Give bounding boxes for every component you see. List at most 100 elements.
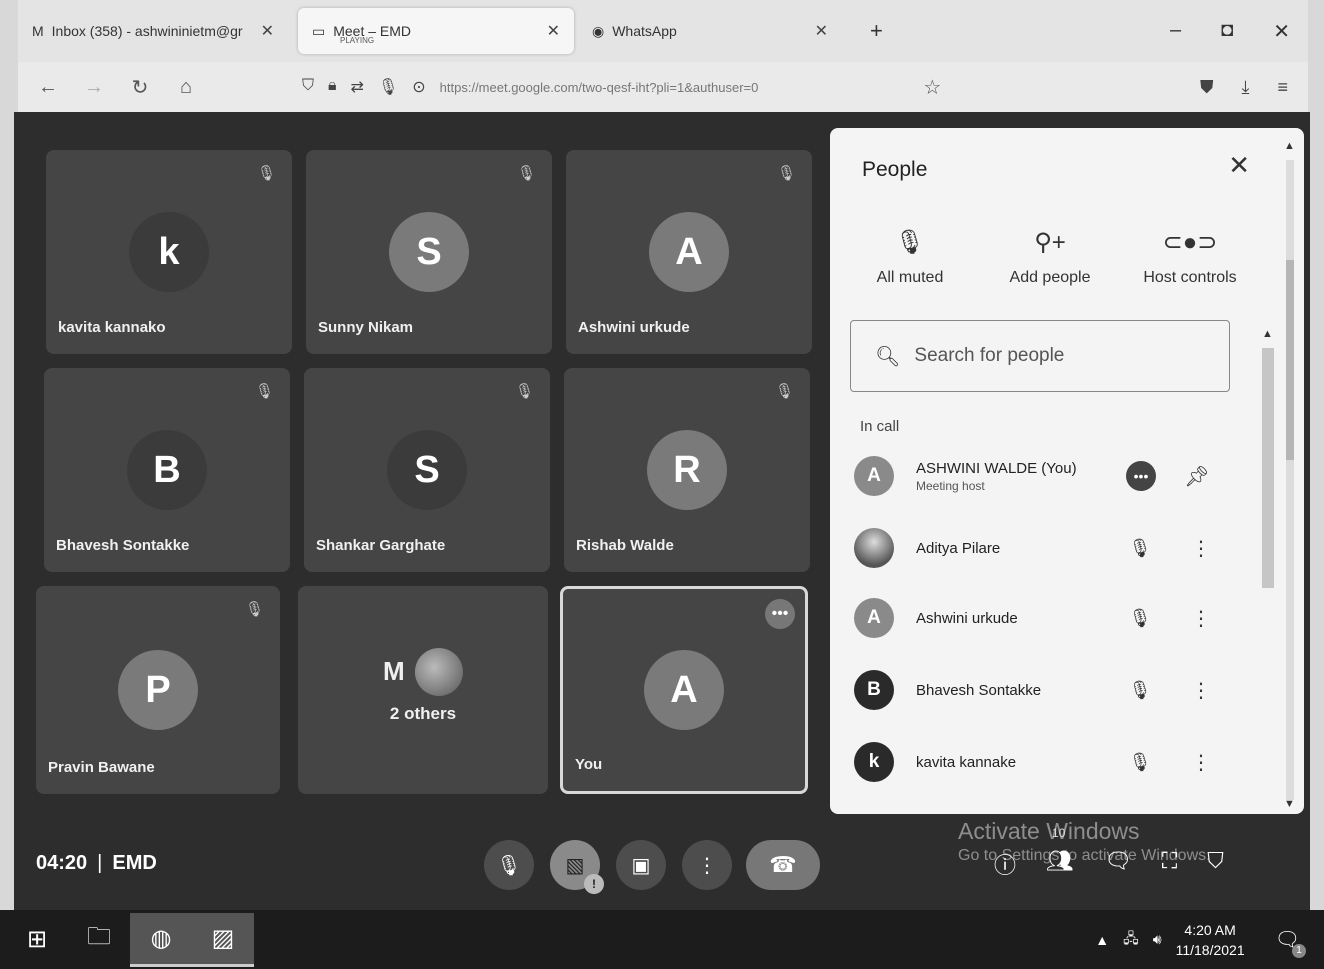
more-options-button[interactable]: ⋮ [682, 840, 732, 890]
avatar [854, 528, 894, 568]
bookmark-star-icon[interactable]: ☆ [923, 75, 941, 100]
volume-icon[interactable]: 🔊︎ [1153, 931, 1162, 948]
new-tab-button[interactable]: + [870, 18, 883, 44]
home-icon[interactable]: ⌂ [176, 76, 196, 99]
mic-off-icon[interactable]: 🎙︎ [1120, 752, 1160, 773]
participant-tile[interactable]: 🎙︎ A Ashwini urkude [566, 150, 812, 354]
firefox-taskbar-button[interactable]: ◍ [130, 912, 192, 967]
avatar: B [127, 430, 207, 510]
participant-tile[interactable]: 🎙︎ S Sunny Nikam [306, 150, 552, 354]
participant-tile[interactable]: 🎙︎ B Bhavesh Sontakke [44, 368, 290, 572]
camera-button[interactable]: ▧ ! [550, 840, 604, 894]
mic-permission-icon[interactable]: 🎙︎ [378, 77, 398, 97]
camera-permission-icon[interactable]: ⊙ [412, 77, 425, 97]
others-initial: M [382, 656, 405, 687]
person-name: Bhavesh Sontakke [916, 681, 1042, 699]
clock-date: 11/18/2021 [1175, 941, 1245, 958]
window-controls: – ◘ ✕ [1170, 19, 1308, 44]
scroll-up-icon[interactable]: ▲ [1262, 328, 1273, 340]
people-icon[interactable]: 👥︎ 10 [1046, 826, 1074, 880]
list-scrollbar[interactable]: ▲ [1262, 328, 1274, 808]
mic-off-icon[interactable]: 🎙︎ [1120, 680, 1160, 701]
others-group: M 2 others [382, 647, 464, 724]
meet-viewport: 🎙︎ k kavita kannako 🎙︎ S Sunny Nikam 🎙︎ … [14, 112, 1310, 910]
list-item[interactable]: k kavita kannake 🎙︎ ⋮ [854, 738, 1234, 786]
system-clock[interactable]: 4:20 AM 11/18/2021 [1176, 920, 1245, 960]
scroll-thumb[interactable] [1262, 348, 1274, 588]
self-tile[interactable]: ••• A You [560, 586, 808, 794]
more-vert-icon[interactable]: ⋮ [1186, 606, 1216, 631]
maximize-button[interactable]: ◘ [1221, 19, 1233, 44]
info-icon[interactable]: ⓘ [994, 848, 1016, 880]
minimize-button[interactable]: – [1170, 19, 1181, 44]
download-icon[interactable]: ⤓ [1242, 77, 1250, 98]
forward-icon[interactable]: → [84, 76, 104, 99]
file-explorer-button[interactable]: 🗀 [68, 913, 130, 967]
mic-off-icon[interactable]: 🎙︎ [1120, 538, 1160, 559]
others-tile[interactable]: M 2 others [298, 586, 548, 794]
reload-icon[interactable]: ↻ [130, 75, 150, 100]
tab-meet[interactable]: ▭ Meet – EMD PLAYING ✕ [298, 8, 574, 54]
close-icon[interactable]: ✕ [261, 21, 274, 41]
notification-icon[interactable]: 🗨︎ 1 [1275, 927, 1306, 958]
chat-icon[interactable]: 🗨︎ [1104, 848, 1132, 880]
permissions-icon[interactable]: ⇄ [351, 77, 364, 97]
panel-scrollbar[interactable]: ▲ ▼ [1282, 140, 1298, 810]
search-input[interactable]: 🔍︎ Search for people [850, 320, 1230, 392]
host-controls-button[interactable]: ⊂●⊃ Host controls [1130, 228, 1250, 287]
tab-whatsapp[interactable]: ◉ WhatsApp ✕ [578, 8, 842, 54]
more-vert-icon[interactable]: ⋮ [1186, 678, 1216, 703]
more-vert-icon[interactable]: ⋮ [1186, 536, 1216, 561]
firefox-icon: ◍ [150, 924, 172, 952]
side-controls: ⓘ 👥︎ 10 🗨︎ ⛶ ⛉ [994, 826, 1224, 880]
close-window-button[interactable]: ✕ [1273, 19, 1290, 44]
lock-icon[interactable]: 🔒︎ [328, 77, 337, 97]
more-options-icon[interactable]: ••• [1126, 461, 1156, 491]
person-text: Bhavesh Sontakke [916, 682, 1106, 699]
close-icon[interactable]: ✕ [815, 21, 828, 41]
leave-call-button[interactable]: ☎ [746, 840, 820, 890]
more-vert-icon[interactable]: ⋮ [1186, 750, 1216, 775]
browser-tab-bar: M Inbox (358) - ashwininietm@gr ✕ ▭ Meet… [18, 0, 1308, 62]
list-item[interactable]: A Ashwini urkude 🎙︎ ⋮ [854, 594, 1234, 642]
menu-icon[interactable]: ≡ [1277, 77, 1288, 98]
scroll-thumb[interactable] [1286, 260, 1294, 460]
host-shield-icon[interactable]: ⛉ [1207, 848, 1224, 880]
more-options-icon[interactable]: ••• [765, 599, 795, 629]
participant-tile[interactable]: 🎙︎ S Shankar Garghate [304, 368, 550, 572]
list-item[interactable]: B Bhavesh Sontakke 🎙︎ ⋮ [854, 666, 1234, 714]
scroll-down-icon[interactable]: ▼ [1284, 798, 1295, 810]
list-item[interactable]: Aditya Pilare 🎙︎ ⋮ [854, 524, 1234, 572]
clock-time: 4:20 AM [1184, 921, 1236, 938]
activities-icon[interactable]: ⛶ [1162, 848, 1177, 880]
mic-off-icon: 🎙︎ [514, 383, 534, 400]
close-icon[interactable]: ✕ [547, 21, 560, 41]
present-button[interactable]: ▣ [616, 840, 666, 890]
participant-tile[interactable]: 🎙︎ k kavita kannako [46, 150, 292, 354]
avatar: A [854, 456, 894, 496]
mic-off-icon: 🎙︎ [516, 165, 536, 182]
back-icon[interactable]: ← [38, 76, 58, 99]
network-icon[interactable]: 🖧 [1123, 928, 1139, 952]
close-icon[interactable]: ✕ [1228, 150, 1250, 181]
person-name: Ashwini urkude [916, 609, 1018, 627]
all-muted-button[interactable]: 🎙︎ All muted [850, 228, 970, 287]
participant-name: Rishab Walde [576, 537, 674, 554]
mic-button[interactable]: 🎙︎ [484, 840, 534, 890]
tab-gmail[interactable]: M Inbox (358) - ashwininietm@gr ✕ [18, 8, 288, 54]
url-field[interactable]: https://meet.google.com/two-qesf-iht?pli… [440, 80, 759, 95]
participant-tile[interactable]: 🎙︎ P Pravin Bawane [36, 586, 280, 794]
list-item[interactable]: A ASHWINI WALDE (You) Meeting host ••• 📌… [854, 452, 1234, 500]
pocket-icon[interactable]: ⛊ [1200, 77, 1214, 98]
snipping-tool-taskbar-button[interactable]: ▨ [192, 912, 254, 967]
chevron-up-icon[interactable]: ▲ [1095, 932, 1109, 948]
avatar: R [647, 430, 727, 510]
mic-off-icon[interactable]: 🎙︎ [1120, 608, 1160, 629]
avatar: P [118, 650, 198, 730]
participant-tile[interactable]: 🎙︎ R Rishab Walde [564, 368, 810, 572]
scroll-up-icon[interactable]: ▲ [1284, 140, 1295, 152]
start-button[interactable]: ⊞ [6, 913, 68, 967]
shield-icon[interactable]: ⛉ [302, 77, 314, 97]
add-people-button[interactable]: ⚲+ Add people [990, 228, 1110, 287]
pin-icon[interactable]: 📌︎ [1182, 464, 1212, 489]
